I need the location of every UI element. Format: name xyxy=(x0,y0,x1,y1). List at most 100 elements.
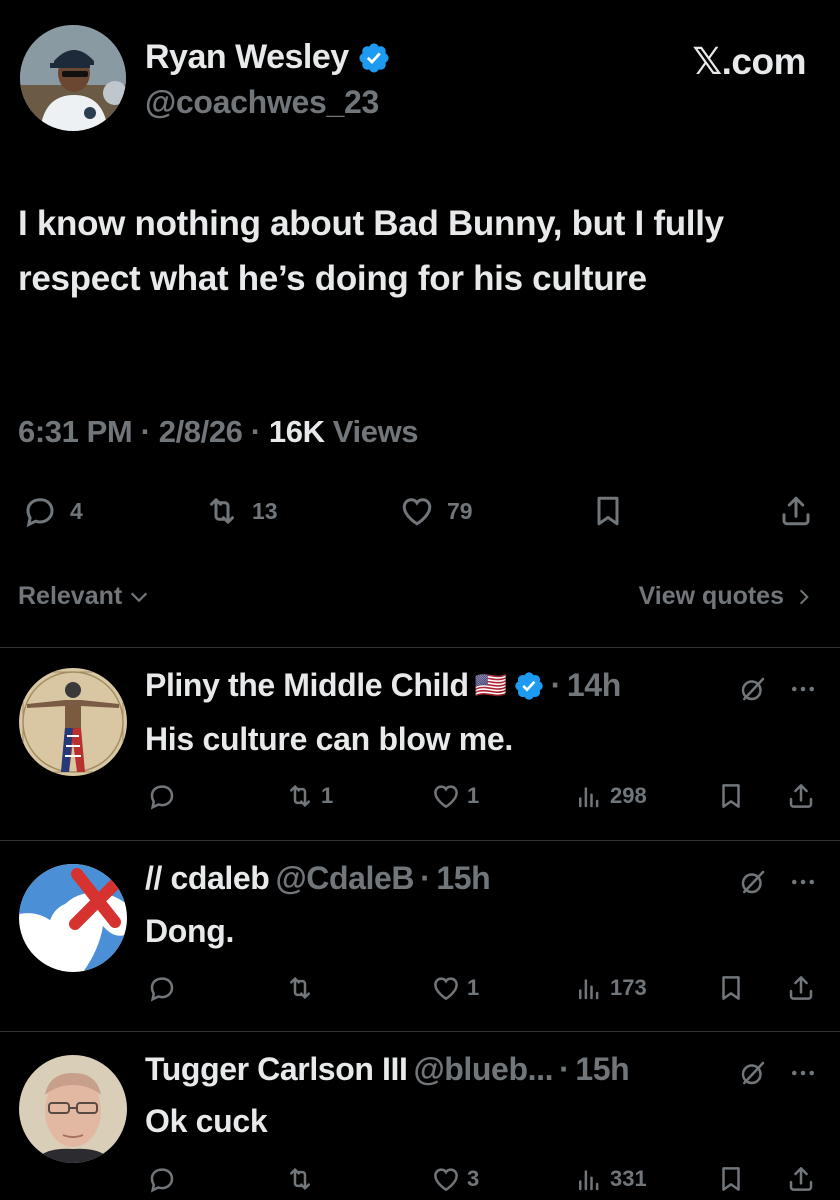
grok-icon[interactable] xyxy=(738,674,768,704)
more-icon[interactable] xyxy=(788,867,818,897)
share-icon xyxy=(782,496,810,526)
views-button[interactable]: 173 xyxy=(574,971,647,1005)
reply-avatar[interactable] xyxy=(19,668,127,776)
reply-button[interactable] xyxy=(147,1162,177,1196)
views-count: 16K xyxy=(268,414,325,449)
post-time: 6:31 PM xyxy=(18,414,133,449)
bookmark-button[interactable] xyxy=(590,490,626,532)
repost-count: 1 xyxy=(321,783,334,808)
views-button[interactable]: 298 xyxy=(574,779,647,813)
verified-badge-icon xyxy=(359,42,389,73)
like-button[interactable]: 1 xyxy=(431,779,479,813)
sort-dropdown[interactable]: Relevant xyxy=(18,582,150,611)
reply-author-name[interactable]: Tugger Carlson III xyxy=(145,1051,408,1088)
reply-time[interactable]: 14h xyxy=(567,667,621,704)
reply-item[interactable]: Tugger Carlson III @blueb... · 15h Ok cu… xyxy=(0,1031,840,1200)
reply-item[interactable]: // cdaleb @CdaleB · 15h Dong. 1 173 xyxy=(0,840,840,1031)
reply-time[interactable]: 15h xyxy=(575,1051,629,1088)
bookmark-button[interactable] xyxy=(716,779,746,813)
reply-actions: 3 331 xyxy=(0,1162,840,1196)
post-actions: 4 13 79 xyxy=(0,490,840,532)
repost-icon xyxy=(290,785,310,807)
views-icon xyxy=(579,979,599,1000)
sort-label: Relevant xyxy=(18,582,123,610)
share-icon xyxy=(789,1167,813,1191)
reply-text: His culture can blow me. xyxy=(145,721,514,757)
views-label: Views xyxy=(332,414,419,449)
share-icon xyxy=(789,784,813,808)
reply-author-name[interactable]: // cdaleb xyxy=(145,860,270,897)
like-button[interactable]: 3 xyxy=(431,1162,479,1196)
chevron-right-icon xyxy=(799,589,809,604)
reply-avatar[interactable] xyxy=(19,1055,127,1163)
reply-actions: 1 1 298 xyxy=(0,779,840,813)
like-icon xyxy=(402,498,432,526)
grok-icon[interactable] xyxy=(738,1058,768,1088)
site-label: 𝕏.com xyxy=(692,41,806,82)
header-separator: · xyxy=(550,667,562,703)
repost-button[interactable] xyxy=(285,971,315,1005)
like-count: 1 xyxy=(467,975,480,1000)
reply-icon xyxy=(150,785,174,810)
reply-icon xyxy=(150,1168,174,1193)
reply-header: Tugger Carlson III @blueb... · 15h xyxy=(145,1051,630,1088)
like-icon xyxy=(434,785,458,809)
meta-separator: · xyxy=(250,414,261,449)
share-button[interactable] xyxy=(786,779,816,813)
bookmark-icon xyxy=(722,976,740,1000)
like-count: 79 xyxy=(447,497,473,524)
bookmark-button[interactable] xyxy=(716,1162,746,1196)
reply-text: Ok cuck xyxy=(145,1103,268,1139)
view-quotes-label: View quotes xyxy=(638,582,784,610)
reply-avatar[interactable] xyxy=(19,864,127,972)
reply-header: // cdaleb @CdaleB · 15h xyxy=(145,860,491,897)
like-count: 3 xyxy=(467,1166,480,1191)
reply-item[interactable]: Pliny the Middle Child 🇺🇸 · 14h His cult… xyxy=(0,647,840,840)
author-name[interactable]: Ryan Wesley xyxy=(145,38,391,77)
post-date: 2/8/26 xyxy=(158,414,243,449)
repost-button[interactable]: 13 xyxy=(204,490,278,532)
like-icon xyxy=(434,977,458,1001)
views-count: 298 xyxy=(610,783,647,808)
bookmark-button[interactable] xyxy=(716,971,746,1005)
share-icon xyxy=(789,976,813,1000)
share-button[interactable] xyxy=(778,490,814,532)
repost-button[interactable] xyxy=(285,1162,315,1196)
reply-button[interactable] xyxy=(147,779,177,813)
verified-badge-icon xyxy=(514,671,543,700)
views-icon xyxy=(579,787,599,808)
share-button[interactable] xyxy=(786,971,816,1005)
like-icon xyxy=(434,1168,458,1192)
author-avatar[interactable] xyxy=(20,25,126,131)
more-icon[interactable] xyxy=(788,1058,818,1088)
more-icon[interactable] xyxy=(788,674,818,704)
reply-time[interactable]: 15h xyxy=(436,860,490,897)
views-count: 331 xyxy=(610,1166,647,1191)
reply-author-handle[interactable]: @blueb... xyxy=(413,1051,553,1088)
reply-button[interactable]: 4 xyxy=(22,490,83,532)
reply-icon xyxy=(26,498,54,528)
repost-count: 13 xyxy=(252,497,278,524)
bookmark-icon xyxy=(722,1167,740,1191)
share-button[interactable] xyxy=(786,1162,816,1196)
repost-icon xyxy=(210,498,234,524)
reply-author-name[interactable]: Pliny the Middle Child xyxy=(145,667,469,704)
author-name-text[interactable]: Ryan Wesley xyxy=(145,38,349,77)
like-button[interactable]: 1 xyxy=(431,971,479,1005)
reply-author-handle[interactable]: @CdaleB xyxy=(275,860,414,897)
meta-separator: · xyxy=(140,414,151,449)
view-quotes-link[interactable]: View quotes xyxy=(639,582,814,611)
reply-button[interactable] xyxy=(147,971,177,1005)
like-count: 1 xyxy=(467,783,480,808)
author-handle[interactable]: @coachwes_23 xyxy=(145,84,379,121)
repost-button[interactable]: 1 xyxy=(285,779,333,813)
chevron-down-icon xyxy=(131,592,148,602)
post-meta: 6:31 PM · 2/8/26 · 16K Views xyxy=(18,414,419,450)
views-button[interactable]: 331 xyxy=(574,1162,647,1196)
like-button[interactable]: 79 xyxy=(399,490,473,532)
views-icon xyxy=(579,1170,599,1191)
flag-emoji: 🇺🇸 xyxy=(474,670,507,700)
header-separator: · xyxy=(420,860,431,896)
reply-count: 4 xyxy=(70,497,83,524)
grok-icon[interactable] xyxy=(738,867,768,897)
